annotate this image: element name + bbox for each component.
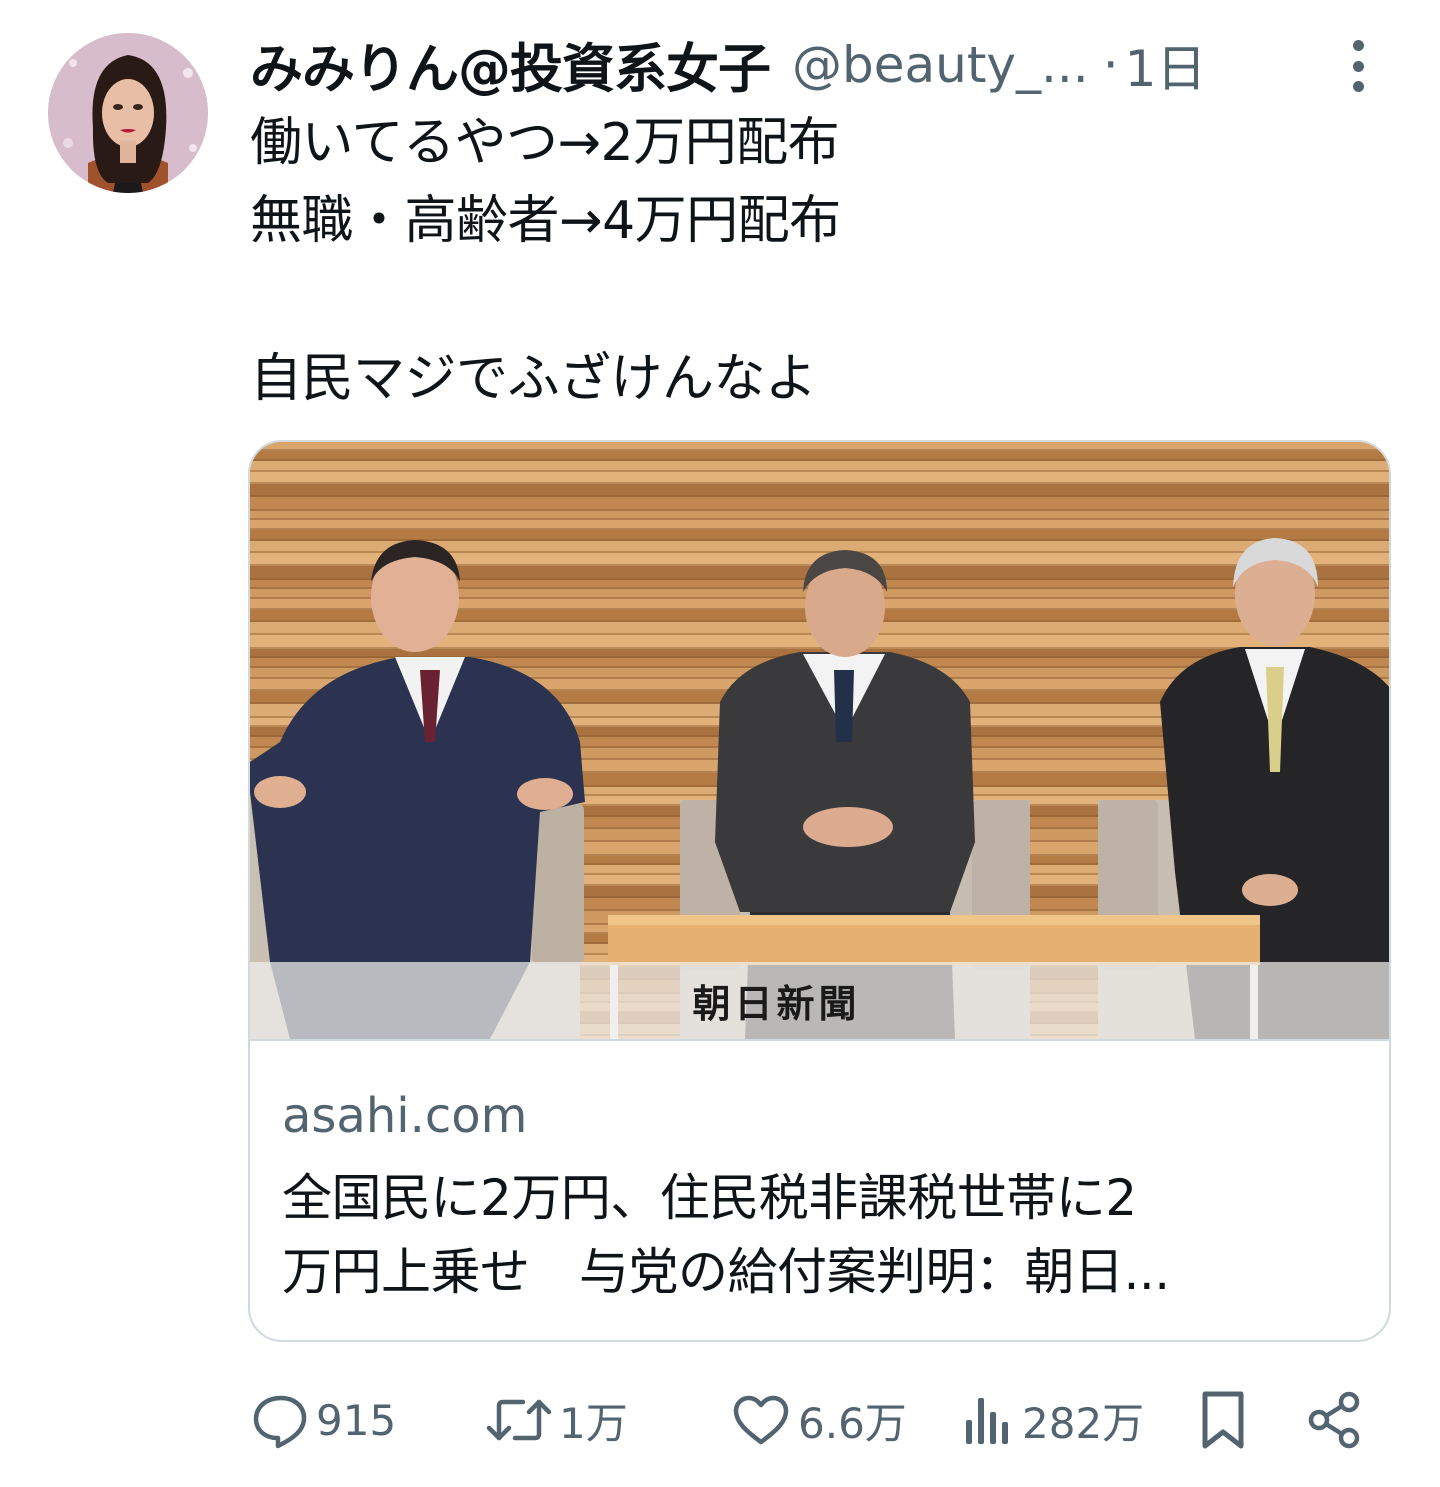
share-button[interactable] [1305,1380,1365,1460]
more-options-icon[interactable] [1340,36,1376,96]
heart-icon [733,1395,789,1445]
card-title-line: 万円上乗せ 与党の給付案判明：朝日... [282,1243,1170,1301]
display-name[interactable]: みみりん@投資系女子 [250,27,771,103]
user-handle[interactable]: @beauty_... [792,36,1089,94]
views-button[interactable]: 282万 [960,1380,1144,1460]
link-card[interactable]: 朝日新聞 asahi.com 全国民に2万円、住民税非課税世帯に2 万円上乗せ … [248,440,1391,1342]
separator-dot: · [1102,36,1119,94]
bar-chart-icon [966,1398,1008,1444]
image-source-bar: 朝日新聞 [250,962,1389,1039]
post-text-line: 働いてるやつ→2万円配布 [250,113,840,173]
reply-button[interactable]: 915 [250,1380,396,1460]
bookmark-icon [1202,1391,1244,1449]
speech-bubble-icon [253,1395,307,1449]
repost-arrows-icon [486,1399,552,1441]
asahi-logo: 朝日新聞 [692,981,861,1026]
action-bar: 915 1万 6.6万 282万 [250,1380,1390,1460]
views-count: 282万 [1022,1398,1145,1448]
post-text-line: 自民マジでふざけんなよ [250,349,817,409]
repost-count: 1万 [559,1398,628,1448]
reply-count: 915 [316,1395,397,1445]
like-count: 6.6万 [798,1398,907,1448]
bookmark-button[interactable] [1195,1380,1251,1460]
card-title-line: 全国民に2万円、住民税非課税世帯に2 [282,1169,1137,1227]
avatar[interactable] [48,33,208,193]
card-domain: asahi.com [282,1088,528,1144]
post-time[interactable]: 1日 [1125,29,1207,101]
post-header: みみりん@投資系女子 @beauty_... · 1日 [250,30,1400,100]
card-image [250,442,1389,1039]
post-text-line: 無職・高齢者→4万円配布 [250,191,841,251]
card-divider [250,1039,1389,1041]
share-icon [1308,1391,1360,1449]
like-button[interactable]: 6.6万 [730,1380,907,1460]
repost-button[interactable]: 1万 [485,1380,628,1460]
